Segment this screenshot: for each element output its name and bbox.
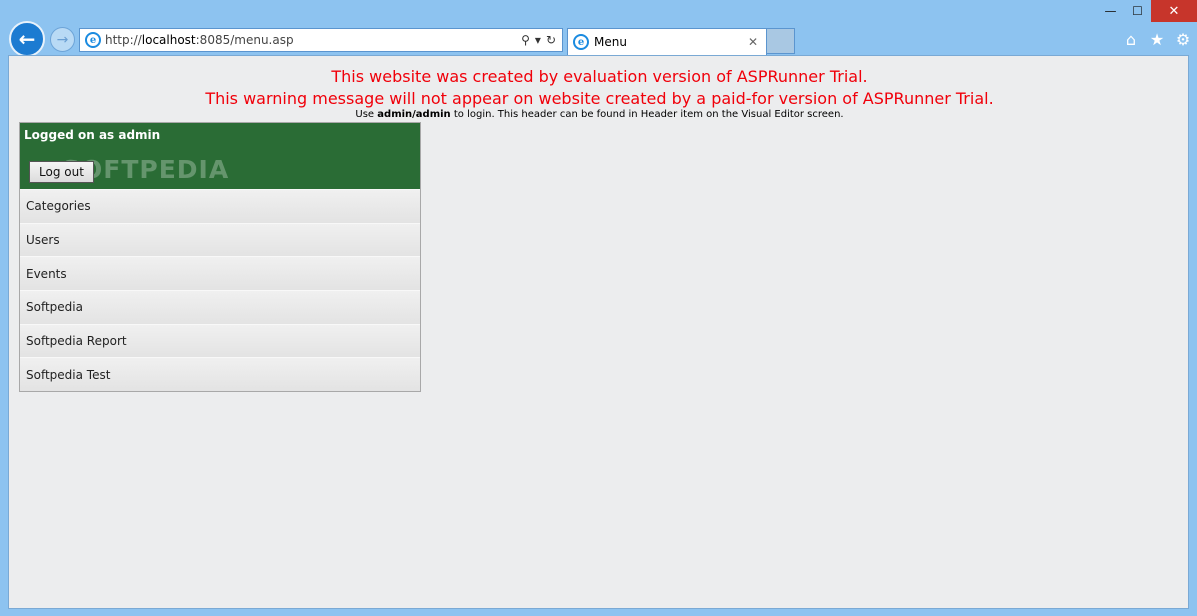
search-icon[interactable]: ⚲ <box>521 33 530 47</box>
warning-line-2: This warning message will not appear on … <box>205 89 994 108</box>
url-host: localhost <box>141 33 196 47</box>
dropdown-icon[interactable]: ▾ <box>535 33 541 47</box>
forward-button[interactable]: → <box>50 27 75 52</box>
menu-header: Logged on as admin SOFTPEDIA Log out <box>20 123 420 189</box>
address-bar[interactable]: e http://localhost:8085/menu.asp ⚲ ▾ ↻ <box>79 28 563 52</box>
menu-item-events[interactable]: Events <box>20 256 420 291</box>
url-scheme: http:// <box>105 33 142 47</box>
home-icon[interactable]: ⌂ <box>1121 30 1141 49</box>
forward-arrow-icon: → <box>56 31 69 48</box>
menu-item-softpedia-test[interactable]: Softpedia Test <box>20 357 420 392</box>
logout-button[interactable]: Log out <box>29 161 94 183</box>
browser-chrome: — ☐ ✕ ← → e http://localhost:8085/menu.a… <box>0 0 1197 57</box>
page-viewport: This website was created by evaluation v… <box>8 55 1189 609</box>
menu-item-categories[interactable]: Categories <box>20 189 420 223</box>
tab-menu[interactable]: e Menu ✕ <box>567 28 767 55</box>
tab-close-icon[interactable]: ✕ <box>748 35 766 49</box>
address-tools: ⚲ ▾ ↻ <box>521 33 562 47</box>
maximize-icon[interactable]: ☐ <box>1124 0 1151 22</box>
hint-credentials: admin/admin <box>377 109 451 120</box>
tab-title: Menu <box>594 35 627 49</box>
back-button[interactable]: ← <box>9 21 45 57</box>
browser-tools: ⌂ ★ ⚙ <box>1121 30 1193 49</box>
hint-prefix: Use <box>355 109 378 120</box>
warning-line-1: This website was created by evaluation v… <box>331 67 868 86</box>
refresh-icon[interactable]: ↻ <box>546 33 556 47</box>
window-bottom-border <box>0 609 1197 616</box>
gear-icon[interactable]: ⚙ <box>1173 30 1193 49</box>
menu-item-users[interactable]: Users <box>20 222 420 257</box>
menu-item-softpedia[interactable]: Softpedia <box>20 290 420 324</box>
ie-icon: e <box>573 34 589 50</box>
url-rest: :8085/menu.asp <box>195 33 294 47</box>
minimize-icon[interactable]: — <box>1097 0 1124 22</box>
menu-panel: Logged on as admin SOFTPEDIA Log out Cat… <box>19 122 421 392</box>
url-text[interactable]: http://localhost:8085/menu.asp <box>105 33 521 47</box>
close-window-icon[interactable]: ✕ <box>1151 0 1197 22</box>
menu-item-softpedia-report[interactable]: Softpedia Report <box>20 323 420 358</box>
new-tab-button[interactable] <box>767 28 795 54</box>
ie-icon: e <box>85 32 101 48</box>
login-hint: Use admin/admin to login. This header ca… <box>9 109 1190 120</box>
window-controls: — ☐ ✕ <box>1097 0 1197 22</box>
logged-on-label: Logged on as admin <box>24 128 161 142</box>
back-arrow-icon: ← <box>18 27 36 51</box>
favorites-star-icon[interactable]: ★ <box>1147 30 1167 49</box>
hint-suffix: to login. This header can be found in He… <box>450 109 844 120</box>
